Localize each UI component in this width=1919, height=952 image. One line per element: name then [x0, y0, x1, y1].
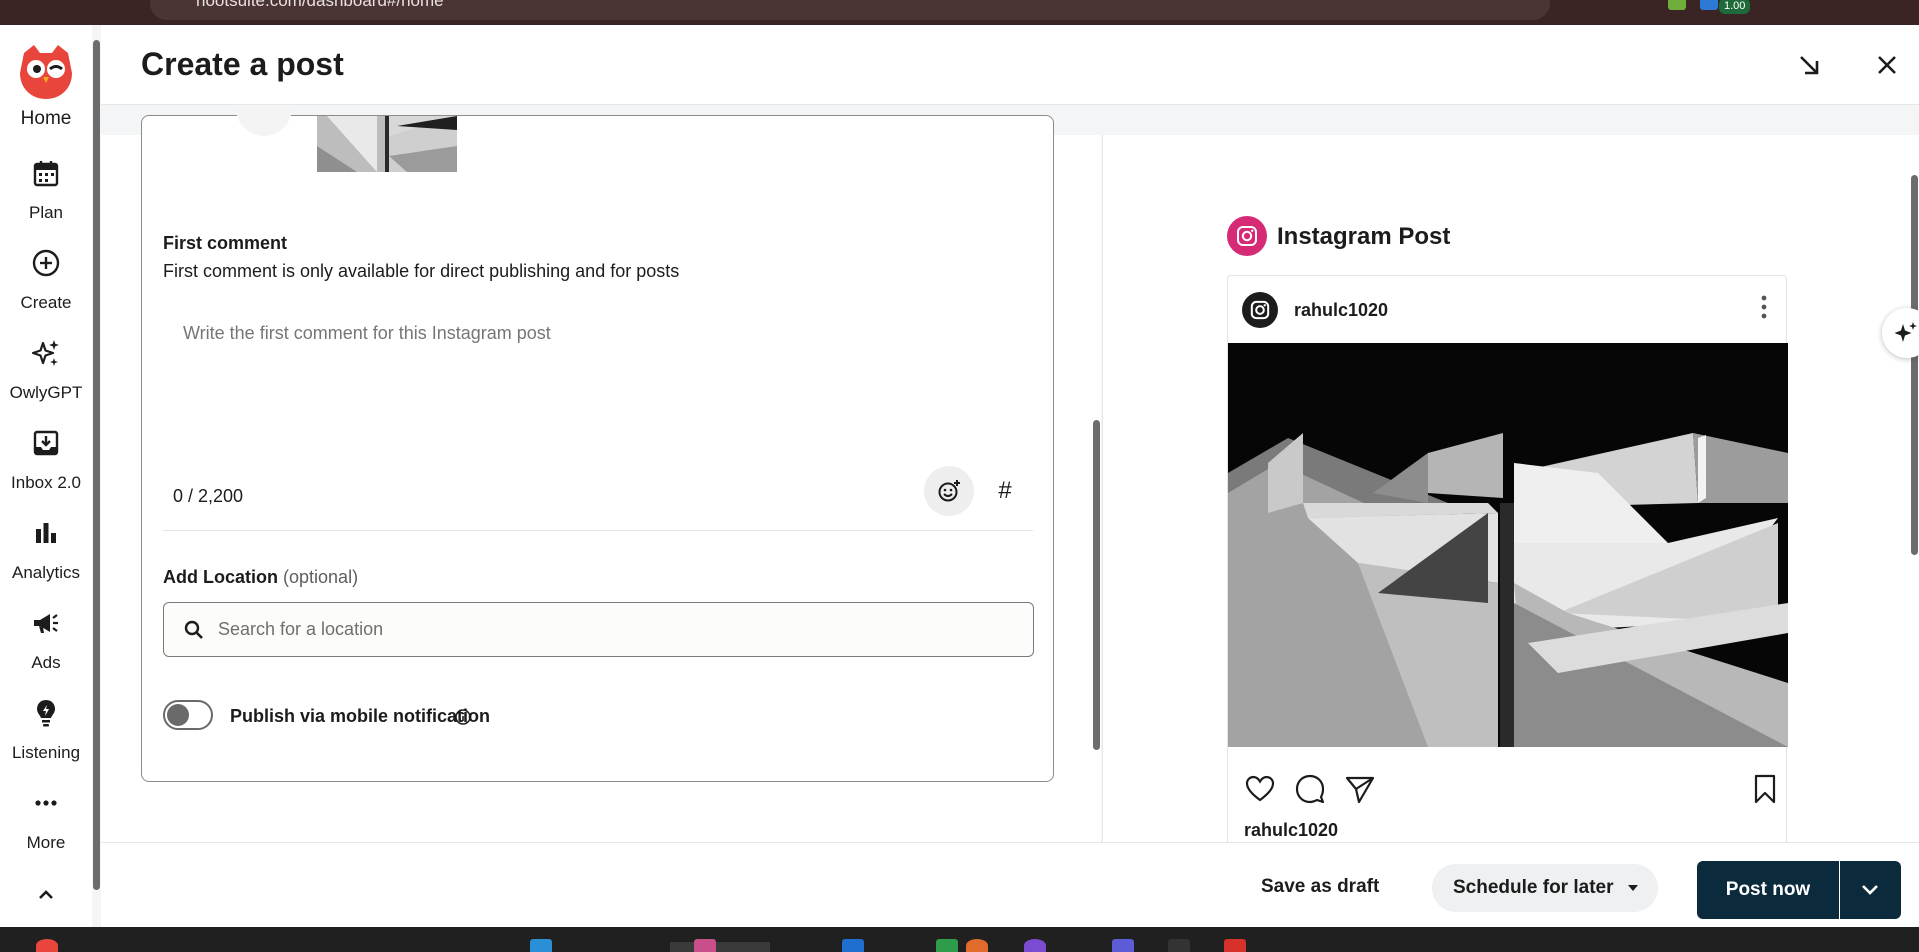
owl-logo-icon	[20, 45, 72, 99]
sidebar-item-ads[interactable]: Ads	[0, 607, 92, 673]
taskbar-app-icon[interactable]	[36, 939, 58, 952]
taskbar-active-app[interactable]	[670, 942, 770, 952]
taskbar-app-icon[interactable]	[694, 939, 716, 952]
optional-tag: (optional)	[283, 567, 359, 587]
extension-search-icon[interactable]	[1700, 0, 1718, 10]
sidebar-item-home[interactable]: Home	[0, 25, 92, 130]
more-vertical-icon[interactable]	[1754, 292, 1774, 322]
preview-pane: Instagram Post rahulc1020 rahulc1020	[1102, 135, 1919, 842]
sparkle-icon	[31, 340, 59, 366]
sidebar-item-owlygpt[interactable]: OwlyGPT	[0, 337, 92, 403]
first-comment-input[interactable]: Write the first comment for this Instagr…	[183, 323, 551, 344]
preview-scrollbar[interactable]	[1911, 175, 1918, 555]
sidebar-item-inbox[interactable]: Inbox 2.0	[0, 427, 92, 493]
first-comment-label: First comment	[163, 233, 288, 253]
lightbulb-icon	[37, 700, 55, 727]
composer-footer: Save as draft Schedule for later Post no…	[101, 842, 1919, 927]
location-search-input[interactable]	[218, 603, 1018, 656]
comment-icon[interactable]	[1294, 773, 1326, 805]
bookmark-icon[interactable]	[1750, 773, 1780, 805]
post-image	[1228, 343, 1788, 747]
mobile-notification-toggle[interactable]	[163, 700, 213, 730]
taskbar-app-icon[interactable]	[1024, 939, 1046, 952]
sidebar-scrollbar[interactable]	[93, 40, 100, 890]
extension-badge: 1.00	[1719, 0, 1751, 14]
schedule-button-label: Schedule for later	[1453, 877, 1614, 898]
megaphone-icon	[34, 614, 58, 633]
preview-username: rahulc1020	[1294, 300, 1389, 320]
instagram-options-card: First comment First comment is only avai…	[141, 106, 1054, 782]
editor-pane: First comment First comment is only avai…	[101, 106, 1101, 842]
taskbar-app-icon[interactable]	[1168, 939, 1190, 952]
sidebar-item-plan[interactable]: Plan	[0, 157, 92, 223]
sidebar-item-label: OwlyGPT	[9, 383, 83, 402]
emoji-add-icon	[938, 480, 960, 502]
post-now-button[interactable]: Post now	[1697, 861, 1839, 919]
mobile-notification-label: Publish via mobile notification	[230, 706, 491, 726]
editor-scrollbar[interactable]	[1093, 420, 1100, 750]
plus-circle-icon	[32, 249, 60, 277]
post-options-dropdown[interactable]	[1840, 861, 1901, 919]
more-horizontal-icon	[35, 800, 57, 806]
add-location-label: Add Location (optional)	[163, 567, 358, 588]
chevron-down-icon	[1862, 885, 1878, 895]
extension-icon[interactable]	[1668, 0, 1686, 10]
search-icon	[184, 620, 203, 639]
taskbar-app-icon[interactable]	[936, 939, 958, 952]
address-bar[interactable]: hootsuite.com/dashboard#/home	[150, 0, 1550, 20]
bar-chart-icon	[36, 523, 56, 543]
emoji-button[interactable]	[924, 466, 974, 516]
instagram-post-preview: rahulc1020 rahulc1020	[1227, 275, 1788, 842]
chevron-up-icon[interactable]	[34, 883, 58, 907]
taskbar-app-icon[interactable]	[1112, 939, 1134, 952]
location-search-field[interactable]	[163, 602, 1034, 657]
caret-down-icon	[1628, 885, 1638, 891]
schedule-button[interactable]: Schedule for later	[1432, 864, 1658, 912]
heart-icon[interactable]	[1244, 773, 1276, 805]
media-thumbnail[interactable]	[317, 116, 457, 172]
close-icon[interactable]	[1871, 49, 1903, 81]
instagram-icon	[1250, 300, 1270, 320]
browser-toolbar: hootsuite.com/dashboard#/home 1.00	[0, 0, 1919, 25]
sidebar-item-more[interactable]: More	[0, 787, 92, 853]
taskbar-app-icon[interactable]	[530, 939, 552, 952]
share-icon[interactable]	[1344, 773, 1376, 805]
sidebar-item-label: Create	[20, 293, 72, 312]
avatar	[1242, 292, 1278, 328]
sidebar-item-label: Plan	[28, 203, 64, 222]
sidebar-item-listening[interactable]: Listening	[0, 697, 92, 763]
minimize-arrow-icon[interactable]	[1793, 49, 1825, 81]
toggle-knob	[167, 704, 189, 726]
sidebar-item-label: More	[26, 833, 66, 852]
sidebar-item-label: Analytics	[11, 563, 81, 582]
instagram-badge	[1227, 216, 1267, 256]
composer-header: Create a post	[101, 25, 1919, 105]
page-title: Create a post	[141, 46, 344, 82]
inbox-icon	[33, 430, 59, 456]
sparkle-icon	[1894, 322, 1917, 342]
sidebar-item-label: Home	[20, 108, 72, 129]
divider	[163, 530, 1033, 531]
taskbar-app-icon[interactable]	[1224, 939, 1246, 952]
sidebar-item-label: Ads	[31, 653, 61, 672]
sidebar-item-create[interactable]: Create	[0, 247, 92, 313]
sidebar-item-label: Listening	[11, 743, 81, 762]
hashtag-button[interactable]: #	[980, 466, 1030, 516]
sidebar: Home Plan Create OwlyGPT Inbox 2.0 Analy…	[0, 25, 92, 927]
instagram-icon	[1237, 226, 1257, 246]
character-counter: 0 / 2,200	[173, 486, 244, 506]
save-draft-button[interactable]: Save as draft	[1241, 864, 1399, 910]
taskbar-app-icon[interactable]	[842, 939, 864, 952]
caption-username: rahulc1020	[1244, 820, 1339, 840]
calendar-icon	[33, 161, 59, 187]
add-location-title: Add Location	[163, 567, 278, 587]
first-comment-helper: First comment is only available for dire…	[163, 261, 680, 281]
sidebar-item-analytics[interactable]: Analytics	[0, 517, 92, 583]
taskbar-app-icon[interactable]	[966, 939, 988, 952]
sidebar-item-label: Inbox 2.0	[11, 473, 81, 492]
info-icon[interactable]	[454, 708, 472, 726]
os-taskbar	[0, 927, 1919, 952]
avatar	[236, 106, 292, 136]
preview-title: Instagram Post	[1277, 223, 1451, 250]
